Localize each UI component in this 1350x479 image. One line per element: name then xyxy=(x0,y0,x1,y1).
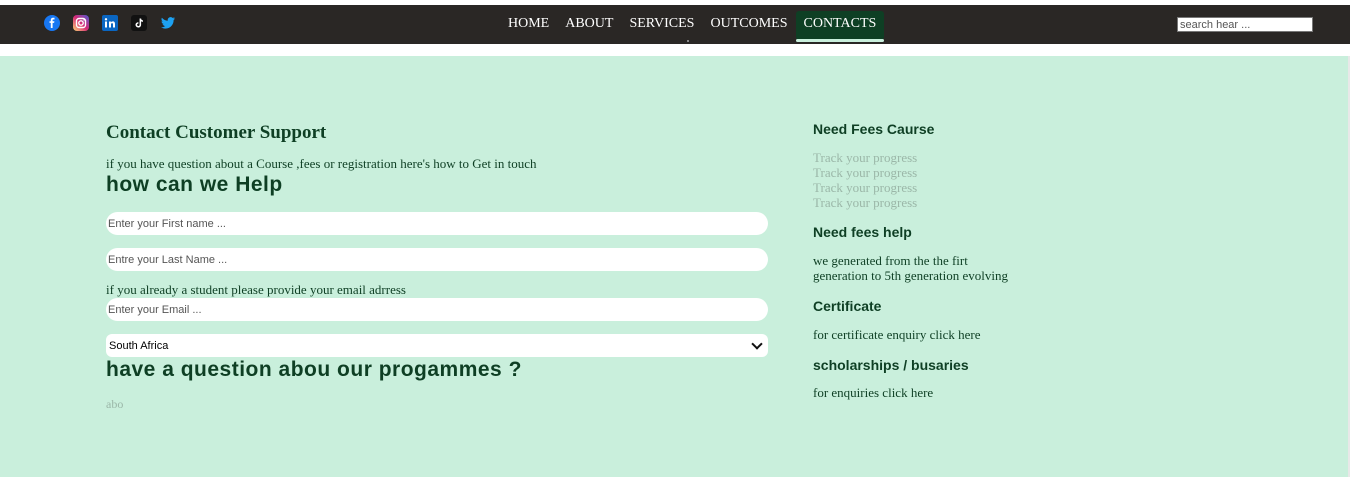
scholarships-link[interactable]: for enquiries click here xyxy=(813,385,933,400)
instagram-icon[interactable] xyxy=(73,15,89,31)
nav-services[interactable]: SERVICES xyxy=(621,11,702,40)
email-field[interactable] xyxy=(106,298,768,321)
nav-outcomes[interactable]: OUTCOMES xyxy=(702,11,795,40)
nav-contacts[interactable]: CONTACTS xyxy=(795,11,885,42)
fees-course-heading: Need Fees Caurse xyxy=(813,121,935,137)
main-menu: HOME ABOUT SERVICES OUTCOMES CONTACTS xyxy=(500,11,885,42)
country-select[interactable]: South Africa xyxy=(106,334,768,357)
scholarships-heading: scholarships / busaries xyxy=(813,357,969,373)
last-name-field[interactable] xyxy=(106,248,768,271)
social-links xyxy=(44,15,176,31)
nav-about[interactable]: ABOUT xyxy=(557,11,621,40)
tiktok-icon[interactable] xyxy=(131,15,147,31)
fees-help-heading: Need fees help xyxy=(813,224,912,240)
track-progress-list: Track your progress Track your progress … xyxy=(813,150,917,210)
navbar: HOME ABOUT SERVICES OUTCOMES CONTACTS xyxy=(0,5,1350,44)
fees-help-line2: generation to 5th generation evolving xyxy=(813,268,1008,283)
track-progress-link[interactable]: Track your progress xyxy=(813,150,917,165)
help-heading: how can we Help xyxy=(106,173,283,196)
contact-section: Contact Customer Support if you have que… xyxy=(0,56,1350,477)
contact-title: Contact Customer Support xyxy=(106,122,327,143)
student-hint: if you already a student please provide … xyxy=(106,282,406,297)
linkedin-icon[interactable] xyxy=(102,15,118,31)
menu-dot xyxy=(687,40,689,42)
fees-help-line1: we generated from the the firt xyxy=(813,253,968,268)
header-gap xyxy=(0,44,1350,56)
chevron-down-icon xyxy=(751,337,763,350)
track-progress-link[interactable]: Track your progress xyxy=(813,180,917,195)
facebook-icon[interactable] xyxy=(44,15,60,31)
nav-home[interactable]: HOME xyxy=(500,11,557,40)
search-input[interactable] xyxy=(1177,17,1313,32)
certificate-link[interactable]: for certificate enquiry click here xyxy=(813,327,980,342)
twitter-icon[interactable] xyxy=(160,15,176,31)
question-textarea-placeholder[interactable]: abo xyxy=(106,397,123,412)
track-progress-link[interactable]: Track your progress xyxy=(813,195,917,210)
track-progress-link[interactable]: Track your progress xyxy=(813,165,917,180)
contact-intro: if you have question about a Course ,fee… xyxy=(106,156,537,171)
certificate-heading: Certificate xyxy=(813,298,882,314)
question-heading: have a question abou our progammes ? xyxy=(106,358,522,381)
first-name-field[interactable] xyxy=(106,212,768,235)
country-selected-value: South Africa xyxy=(109,339,169,352)
